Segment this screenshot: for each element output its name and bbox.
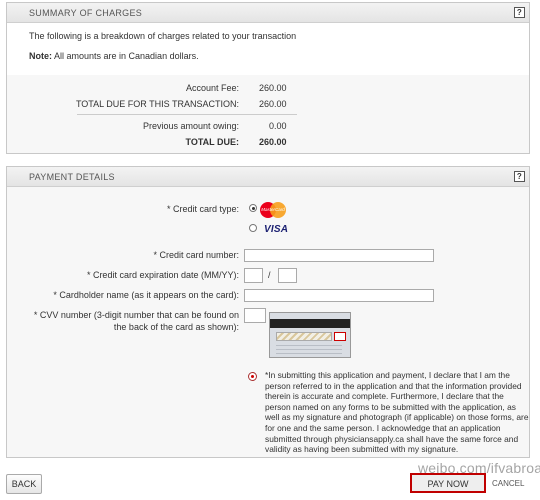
magnetic-stripe [270,319,350,328]
card-number-label: * Credit card number: [153,250,239,260]
payment-details-panel: PAYMENT DETAILS ? * Credit card type: Ma… [6,166,530,458]
charge-row-total-due: TOTAL DUE: 260.00 [7,137,529,151]
cardholder-name-input[interactable] [244,289,434,302]
cvv-highlight-box [334,332,346,341]
payment-panel-header: PAYMENT DETAILS ? [7,167,529,187]
card-back-image [269,312,351,358]
summary-of-charges-panel: SUMMARY OF CHARGES ? The following is a … [6,2,530,154]
charge-value: 260.00 [259,99,287,109]
charge-row-previous-owing: Previous amount owing: 0.00 [7,121,529,135]
charge-label: Account Fee: [185,83,239,93]
mastercard-radio[interactable] [249,204,257,212]
expiration-label: * Credit card expiration date (MM/YY): [86,270,239,280]
summary-title: SUMMARY OF CHARGES [29,8,143,18]
charge-row-total-transaction: TOTAL DUE FOR THIS TRANSACTION: 260.00 [7,99,529,113]
charges-intro-text: The following is a breakdown of charges … [29,31,297,41]
cancel-link[interactable]: CANCEL [492,479,524,488]
cvv-label: * CVV number (3-digit number that can be… [34,309,239,333]
card-type-label: * Credit card type: [166,204,239,214]
charge-value: 260.00 [259,83,287,93]
pay-now-button[interactable]: PAY NOW [410,473,486,493]
declaration-radio[interactable] [248,372,257,381]
note-text: All amounts are in Canadian dollars. [52,51,199,61]
charge-label: Previous amount owing: [142,121,239,131]
visa-logo-icon: VISA [264,224,289,235]
currency-note: Note: All amounts are in Canadian dollar… [29,51,529,61]
cvv-label-line-2: the back of the card as shown): [113,322,239,332]
charges-divider [77,114,297,115]
mastercard-logo-text: MasterCard [261,207,285,212]
help-icon[interactable]: ? [514,171,525,182]
charge-label: TOTAL DUE FOR THIS TRANSACTION: [75,99,239,109]
card-back-lines [276,345,342,355]
charge-label: TOTAL DUE: [185,137,240,147]
expiration-separator: / [268,270,271,280]
help-icon[interactable]: ? [514,7,525,18]
charge-row-account-fee: Account Fee: 260.00 [7,83,529,97]
cvv-input[interactable] [244,308,266,323]
signature-strip [276,332,332,341]
charge-value: 260.00 [259,137,287,147]
card-number-input[interactable] [244,249,434,262]
visa-radio[interactable] [249,224,257,232]
cvv-label-line-1: * CVV number (3-digit number that can be… [33,310,239,320]
declaration-text: *In submitting this application and paym… [265,370,529,455]
payment-title: PAYMENT DETAILS [29,172,115,182]
watermark-text: weibo.com/ifvabroad [418,460,540,476]
charges-intro: The following is a breakdown of charges … [7,23,529,75]
expiration-month-input[interactable] [244,268,263,283]
mastercard-logo-icon: MasterCard [260,202,286,218]
expiration-year-input[interactable] [278,268,297,283]
summary-panel-header: SUMMARY OF CHARGES ? [7,3,529,23]
note-label: Note: [29,51,52,61]
cardholder-label: * Cardholder name (as it appears on the … [53,290,239,300]
charge-value: 0.00 [269,121,287,131]
back-button[interactable]: BACK [6,474,42,494]
